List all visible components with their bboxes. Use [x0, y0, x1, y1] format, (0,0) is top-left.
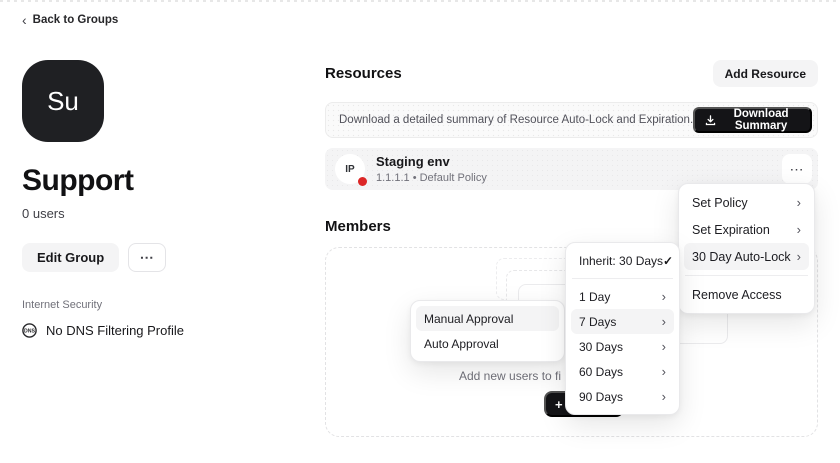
chevron-right-icon: ›	[797, 196, 801, 209]
menu-item-label: 7 Days	[579, 315, 616, 329]
empty-members-text: Add new users to fi	[459, 369, 561, 383]
resource-avatar: IP	[335, 154, 365, 184]
group-user-count: 0 users	[22, 206, 307, 221]
menu-item-label: 30 Day Auto-Lock	[692, 250, 791, 264]
expiration-submenu: Inherit: 30 Days ✓ 1 Day › 7 Days › 30 D…	[565, 242, 680, 415]
menu-item-label: Auto Approval	[424, 337, 499, 351]
group-name: Support	[22, 164, 307, 198]
check-icon: ✓	[663, 254, 673, 268]
chevron-right-icon: ›	[662, 315, 666, 328]
resource-context-menu: Set Policy › Set Expiration › 30 Day Aut…	[678, 183, 815, 314]
resource-avatar-label: IP	[345, 164, 354, 175]
menu-item-30-day-auto-lock[interactable]: 30 Day Auto-Lock ›	[684, 243, 809, 270]
chevron-right-icon: ›	[797, 250, 801, 263]
menu-item-label: 90 Days	[579, 390, 623, 404]
menu-item-label: 1 Day	[579, 290, 610, 304]
menu-item-set-policy[interactable]: Set Policy ›	[684, 189, 809, 216]
resource-more-button[interactable]: ⋯	[782, 154, 812, 184]
resources-heading: Resources	[325, 65, 402, 82]
back-chevron-icon: ‹	[22, 13, 27, 27]
menu-item-1-day[interactable]: 1 Day ›	[571, 284, 674, 309]
autolock-summary-banner: Download a detailed summary of Resource …	[325, 102, 818, 138]
menu-item-auto-approval[interactable]: Auto Approval	[416, 331, 559, 356]
dns-globe-icon: DNS	[22, 323, 37, 338]
add-resource-button[interactable]: Add Resource	[713, 60, 818, 87]
menu-item-60-days[interactable]: 60 Days ›	[571, 359, 674, 384]
resource-meta: Staging env 1.1.1.1 • Default Policy	[376, 154, 782, 183]
chevron-right-icon: ›	[662, 290, 666, 303]
back-to-groups-link[interactable]: ‹ Back to Groups	[22, 13, 118, 27]
menu-item-90-days[interactable]: 90 Days ›	[571, 384, 674, 409]
plus-icon: +	[555, 398, 563, 411]
menu-divider	[685, 275, 808, 276]
menu-item-label: 60 Days	[579, 365, 623, 379]
menu-item-label: Set Expiration	[692, 223, 770, 237]
group-avatar: Su	[22, 60, 104, 142]
download-summary-button[interactable]: Download Summary	[693, 107, 812, 133]
menu-divider	[572, 278, 673, 279]
svg-text:DNS: DNS	[24, 329, 35, 335]
chevron-right-icon: ›	[662, 340, 666, 353]
resource-status-dot	[358, 177, 367, 186]
resource-details: 1.1.1.1 • Default Policy	[376, 172, 782, 184]
menu-item-remove-access[interactable]: Remove Access	[684, 281, 809, 308]
resource-name: Staging env	[376, 154, 782, 170]
menu-item-manual-approval[interactable]: Manual Approval	[416, 306, 559, 331]
chevron-right-icon: ›	[797, 223, 801, 236]
dns-profile-label: No DNS Filtering Profile	[46, 323, 184, 338]
dns-filtering-row: DNS No DNS Filtering Profile	[22, 323, 307, 338]
menu-item-label: Set Policy	[692, 196, 748, 210]
download-summary-label: Download Summary	[722, 108, 800, 132]
group-summary-panel: Su Support 0 users Edit Group ⋯ Internet…	[22, 60, 307, 338]
download-icon	[705, 115, 716, 126]
menu-item-inherit-30-days[interactable]: Inherit: 30 Days ✓	[571, 248, 674, 273]
menu-item-7-days[interactable]: 7 Days ›	[571, 309, 674, 334]
group-more-button[interactable]: ⋯	[128, 243, 166, 272]
chevron-right-icon: ›	[662, 390, 666, 403]
menu-item-label: Remove Access	[692, 288, 782, 302]
banner-text: Download a detailed summary of Resource …	[339, 114, 693, 126]
chevron-right-icon: ›	[662, 365, 666, 378]
back-link-label: Back to Groups	[33, 14, 119, 26]
menu-item-label: 30 Days	[579, 340, 623, 354]
menu-item-label: Manual Approval	[424, 312, 513, 326]
menu-item-30-days[interactable]: 30 Days ›	[571, 334, 674, 359]
page-top-texture	[0, 0, 840, 3]
edit-group-button[interactable]: Edit Group	[22, 243, 119, 272]
menu-item-label: Inherit: 30 Days	[579, 254, 663, 268]
internet-security-label: Internet Security	[22, 299, 307, 311]
approval-submenu: Manual Approval Auto Approval	[410, 300, 565, 362]
menu-item-set-expiration[interactable]: Set Expiration ›	[684, 216, 809, 243]
